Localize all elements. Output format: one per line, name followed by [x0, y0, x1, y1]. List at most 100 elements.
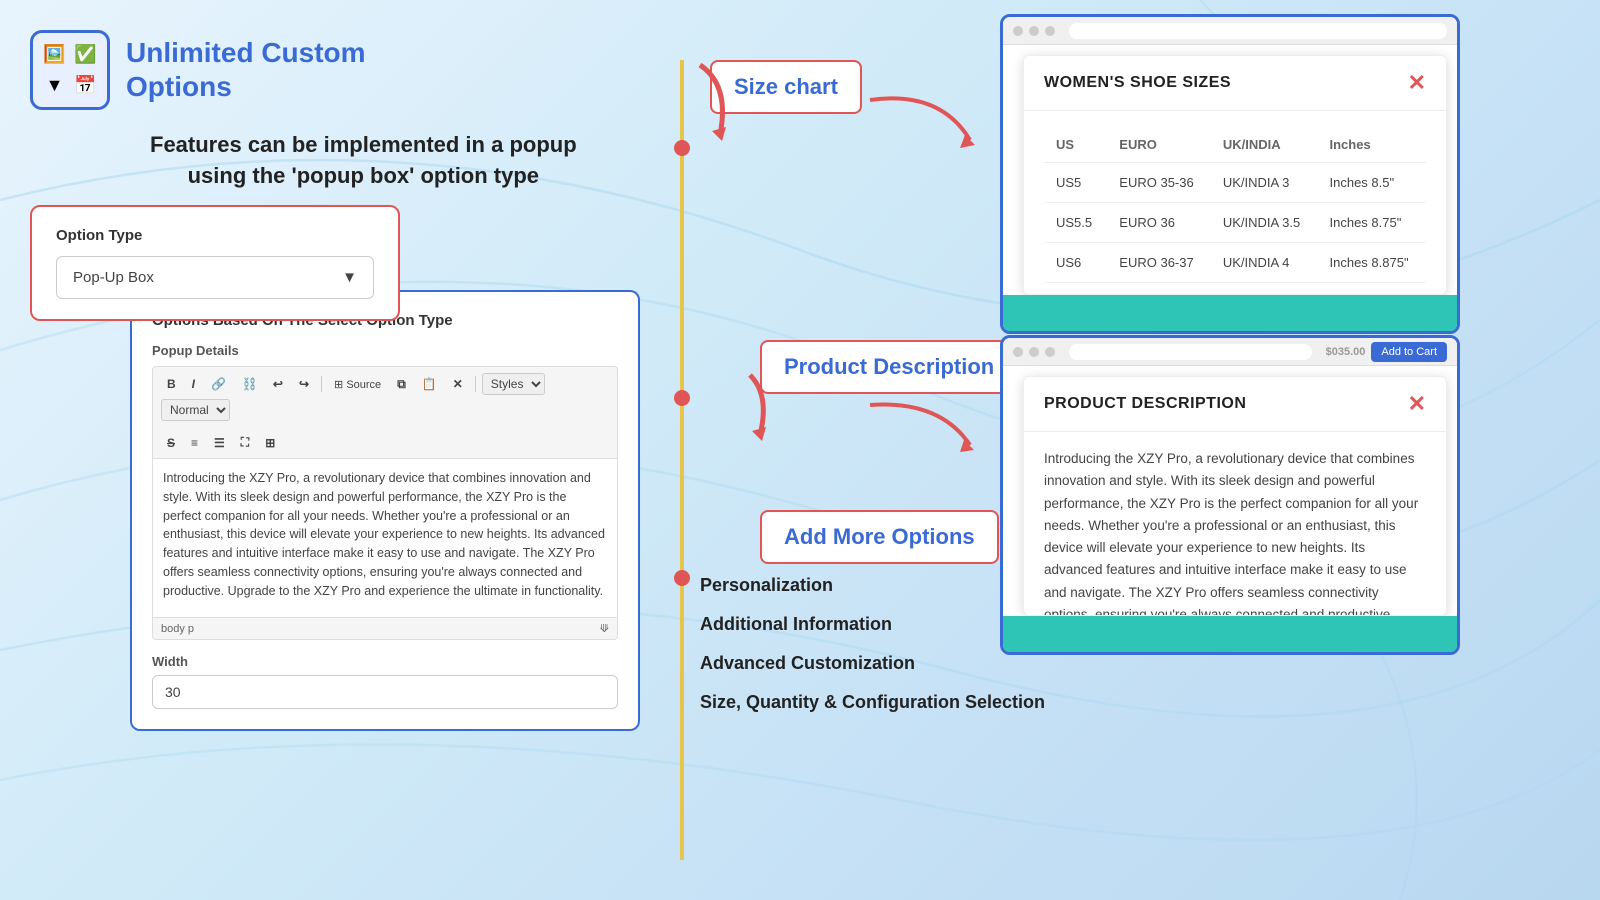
table-cell: US5: [1044, 163, 1107, 203]
toolbar-source[interactable]: ⊞ Source: [328, 376, 387, 393]
product-desc-popup-title: PRODUCT DESCRIPTION: [1044, 395, 1246, 413]
logo-icon-3: ▼: [41, 72, 68, 99]
toolbar-remove[interactable]: ✕: [447, 375, 469, 393]
toolbar-unlink[interactable]: ⛓️: [236, 375, 263, 393]
browser-dot-5: [1029, 347, 1039, 357]
feature-item-4: Size, Quantity & Configuration Selection: [700, 692, 1045, 713]
timeline-dot-add-more: [674, 570, 690, 586]
logo: 🖼️ ✅ ▼ 📅: [30, 30, 110, 110]
popup-details-label: Popup Details: [152, 343, 618, 358]
browser-dot-2: [1029, 26, 1039, 36]
resize-handle-icon[interactable]: ⟱: [600, 622, 609, 635]
toolbar-maximize[interactable]: ⛶: [235, 433, 255, 452]
table-cell: EURO 35-36: [1107, 163, 1211, 203]
arrow-size-chart: [860, 80, 980, 180]
chevron-down-icon: ▼: [342, 269, 357, 286]
table-row: US6EURO 36-37UK/INDIA 4Inches 8.875": [1044, 243, 1426, 283]
product-desc-browser: $035.00 Add to Cart PRODUCT DESCRIPTION …: [1000, 335, 1460, 655]
size-chart-browser: WOMEN'S SHOE SIZES ✕ US EURO UK/INDIA In…: [1000, 14, 1460, 334]
editor-toolbar-2: S ≡ ☰ ⛶ ⊞: [152, 427, 618, 458]
product-desc-cart-bar[interactable]: [1003, 616, 1457, 652]
toolbar-undo[interactable]: ↩: [267, 375, 289, 393]
product-desc-popup-header: PRODUCT DESCRIPTION ✕: [1024, 377, 1446, 432]
browser-dot-4: [1013, 347, 1023, 357]
option-type-card: Option Type Pop-Up Box ▼: [30, 205, 400, 321]
col-header-euro: EURO: [1107, 127, 1211, 163]
table-cell: UK/INDIA 3.5: [1211, 203, 1318, 243]
toolbar-paste[interactable]: 📋: [416, 375, 443, 393]
size-chart-browser-bar: [1003, 17, 1457, 45]
feature-item-2: Additional Information: [700, 614, 1045, 635]
browser-dot-3: [1045, 26, 1055, 36]
toolbar-redo[interactable]: ↪: [293, 375, 315, 393]
add-more-options-label[interactable]: Add More Options: [760, 510, 999, 564]
toolbar-ul[interactable]: ☰: [208, 434, 231, 452]
url-bar[interactable]: [1069, 23, 1447, 39]
option-type-select[interactable]: Pop-Up Box ▼: [56, 256, 374, 299]
width-input[interactable]: [152, 675, 618, 709]
size-chart-table: US EURO UK/INDIA Inches US5EURO 35-36UK/…: [1044, 127, 1426, 283]
timeline-label-size-chart[interactable]: Size chart: [710, 60, 862, 114]
timeline-label-product-description[interactable]: Product Description: [760, 340, 1018, 394]
editor-footer: body p ⟱: [152, 618, 618, 640]
toolbar-sep-1: [321, 376, 322, 392]
table-cell: Inches 8.5": [1318, 163, 1427, 203]
feature-item-1: Personalization: [700, 575, 1045, 596]
col-header-inches: Inches: [1318, 127, 1427, 163]
feature-list: Personalization Additional Information A…: [700, 575, 1045, 731]
feature-description: Features can be implemented in a popupus…: [150, 130, 577, 192]
size-chart-cart-bar[interactable]: [1003, 295, 1457, 331]
browser-dot-1: [1013, 26, 1023, 36]
product-desc-browser-content: PRODUCT DESCRIPTION ✕ Introducing the XZ…: [1003, 366, 1457, 652]
product-desc-text: Introducing the XZY Pro, a revolutionary…: [1044, 448, 1426, 616]
editor-content[interactable]: Introducing the XZY Pro, a revolutionary…: [152, 458, 618, 618]
width-label: Width: [152, 654, 618, 669]
table-row: US5EURO 35-36UK/INDIA 3Inches 8.5": [1044, 163, 1426, 203]
size-chart-popup-body: US EURO UK/INDIA Inches US5EURO 35-36UK/…: [1024, 111, 1446, 295]
browser-dot-6: [1045, 347, 1055, 357]
toolbar-copy[interactable]: ⧉: [391, 375, 412, 394]
editor-card: Options Based On The Select Option Type …: [130, 290, 640, 731]
timeline-label-add-more-options[interactable]: Add More Options: [760, 510, 999, 564]
table-cell: US5.5: [1044, 203, 1107, 243]
table-cell: US6: [1044, 243, 1107, 283]
size-chart-browser-content: WOMEN'S SHOE SIZES ✕ US EURO UK/INDIA In…: [1003, 45, 1457, 331]
timeline: [680, 60, 684, 860]
price-old: $035.00: [1326, 346, 1366, 358]
add-to-cart-button[interactable]: Add to Cart: [1371, 342, 1447, 362]
product-desc-popup-body: Introducing the XZY Pro, a revolutionary…: [1024, 432, 1446, 616]
toolbar-format-select[interactable]: Normal: [161, 399, 230, 421]
option-type-label: Option Type: [56, 227, 374, 244]
size-chart-popup: WOMEN'S SHOE SIZES ✕ US EURO UK/INDIA In…: [1023, 55, 1447, 295]
app-title: Unlimited CustomOptions: [126, 36, 366, 103]
toolbar-italic[interactable]: I: [186, 375, 201, 393]
toolbar-table[interactable]: ⊞: [259, 434, 281, 452]
size-chart-popup-header: WOMEN'S SHOE SIZES ✕: [1024, 56, 1446, 111]
col-header-us: US: [1044, 127, 1107, 163]
toolbar-styles-select[interactable]: Styles: [482, 373, 545, 395]
timeline-dot-product: [674, 390, 690, 406]
size-chart-close-button[interactable]: ✕: [1408, 72, 1426, 94]
table-cell: EURO 36-37: [1107, 243, 1211, 283]
url-bar-2[interactable]: [1069, 344, 1312, 360]
feature-item-3: Advanced Customization: [700, 653, 1045, 674]
table-cell: Inches 8.875": [1318, 243, 1427, 283]
table-cell: UK/INDIA 4: [1211, 243, 1318, 283]
toolbar-sep-2: [475, 376, 476, 392]
arrow-product-desc: [860, 390, 980, 470]
table-cell: EURO 36: [1107, 203, 1211, 243]
col-header-uk: UK/INDIA: [1211, 127, 1318, 163]
toolbar-strikethrough[interactable]: S: [161, 434, 181, 452]
logo-icon-1: 🖼️: [41, 41, 68, 68]
size-chart-popup-title: WOMEN'S SHOE SIZES: [1044, 74, 1231, 92]
size-chart-label[interactable]: Size chart: [710, 60, 862, 114]
timeline-dot-size-chart: [674, 140, 690, 156]
product-description-label[interactable]: Product Description: [760, 340, 1018, 394]
product-desc-close-button[interactable]: ✕: [1408, 393, 1426, 415]
product-desc-browser-bar: $035.00 Add to Cart: [1003, 338, 1457, 366]
table-cell: UK/INDIA 3: [1211, 163, 1318, 203]
toolbar-ol[interactable]: ≡: [185, 434, 204, 452]
toolbar-bold[interactable]: B: [161, 375, 182, 393]
table-cell: Inches 8.75": [1318, 203, 1427, 243]
toolbar-link[interactable]: 🔗: [205, 375, 232, 393]
